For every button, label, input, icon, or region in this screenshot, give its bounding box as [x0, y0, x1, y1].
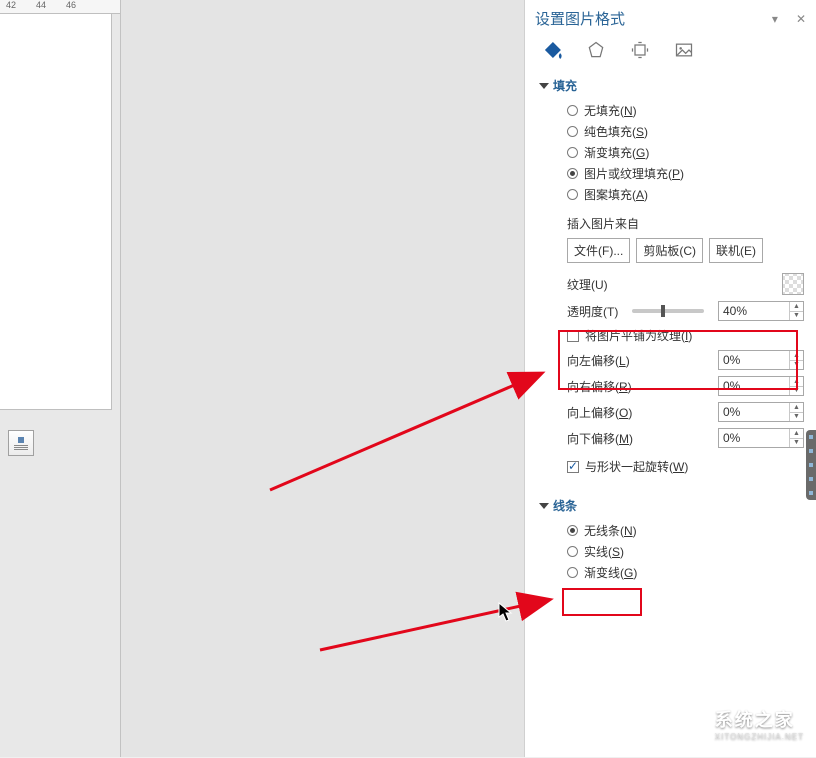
radio-icon [567, 147, 578, 158]
offset-down-label: 向下偏移(M) [567, 430, 633, 447]
ruler-tick: 42 [6, 0, 16, 13]
watermark: 系统之家 XITONGZHIJIA.NET [663, 703, 804, 743]
radio-solid-fill[interactable]: 纯色填充(S) [567, 123, 804, 140]
effects-tab-icon[interactable] [585, 39, 607, 61]
watermark-subtitle: XITONGZHIJIA.NET [715, 732, 804, 741]
rotate-with-shape-checkbox[interactable]: 与形状一起旋转(W) [567, 458, 804, 475]
panel-title: 设置图片格式 [535, 8, 625, 29]
radio-icon [567, 168, 578, 179]
panel-options-dropdown[interactable]: ▾ [772, 12, 778, 26]
panel-close-button[interactable]: ✕ [796, 12, 806, 26]
collapse-triangle-icon [539, 503, 549, 509]
layout-options-button[interactable] [8, 430, 34, 456]
radio-solid-line[interactable]: 实线(S) [567, 543, 804, 560]
horizontal-ruler: 42 44 46 [0, 0, 120, 14]
document-page[interactable] [0, 14, 112, 410]
transparency-row: 透明度(T) 40% ▲▼ [567, 301, 804, 321]
picture-tab-icon[interactable] [673, 39, 695, 61]
collapse-triangle-icon [539, 83, 549, 89]
insert-from-online-button[interactable]: 联机(E) [709, 238, 763, 263]
ruler-tick: 44 [36, 0, 46, 13]
radio-icon [567, 189, 578, 200]
texture-picker-button[interactable] [782, 273, 804, 295]
radio-gradient-line[interactable]: 渐变线(G) [567, 564, 804, 581]
offset-up-input[interactable]: 0%▲▼ [718, 402, 804, 422]
radio-icon [567, 567, 578, 578]
format-picture-panel: 设置图片格式 ▾ ✕ 填充 无填充(N) 纯色填充(S [524, 0, 816, 757]
radio-icon [567, 546, 578, 557]
fill-section-header[interactable]: 填充 [539, 77, 804, 94]
offset-up-label: 向上偏移(O) [567, 404, 632, 421]
radio-no-line[interactable]: 无线条(N) [567, 522, 804, 539]
offset-down-input[interactable]: 0%▲▼ [718, 428, 804, 448]
radio-icon [567, 105, 578, 116]
fill-tab-icon[interactable] [541, 39, 563, 61]
canvas-background [120, 0, 524, 757]
tile-as-texture-checkbox[interactable]: 将图片平铺为纹理(I) [567, 327, 804, 344]
texture-label: 纹理(U) [567, 276, 608, 293]
checkbox-icon [567, 330, 579, 342]
radio-gradient-fill[interactable]: 渐变填充(G) [567, 144, 804, 161]
insert-from-file-button[interactable]: 文件(F)... [567, 238, 630, 263]
watermark-logo-icon [663, 703, 707, 743]
radio-no-fill[interactable]: 无填充(N) [567, 102, 804, 119]
transparency-slider[interactable] [632, 309, 704, 313]
radio-picture-fill[interactable]: 图片或纹理填充(P) [567, 165, 804, 182]
document-area: 42 44 46 [0, 0, 120, 757]
radio-icon [567, 525, 578, 536]
insert-picture-from-label: 插入图片来自 [567, 215, 804, 232]
line-section-header[interactable]: 线条 [539, 497, 804, 514]
offset-left-input[interactable]: 0%▲▼ [718, 350, 804, 370]
checkbox-icon [567, 461, 579, 473]
radio-pattern-fill[interactable]: 图案填充(A) [567, 186, 804, 203]
transparency-input[interactable]: 40% ▲▼ [718, 301, 804, 321]
radio-icon [567, 126, 578, 137]
edge-scroll-handle[interactable] [806, 430, 816, 500]
offset-right-label: 向右偏移(R) [567, 378, 632, 395]
watermark-title: 系统之家 [715, 706, 804, 732]
offset-right-input[interactable]: 0%▲▼ [718, 376, 804, 396]
size-tab-icon[interactable] [629, 39, 651, 61]
transparency-label: 透明度(T) [567, 303, 618, 320]
offset-left-label: 向左偏移(L) [567, 352, 630, 369]
ruler-tick: 46 [66, 0, 76, 13]
insert-from-clipboard-button[interactable]: 剪贴板(C) [636, 238, 703, 263]
